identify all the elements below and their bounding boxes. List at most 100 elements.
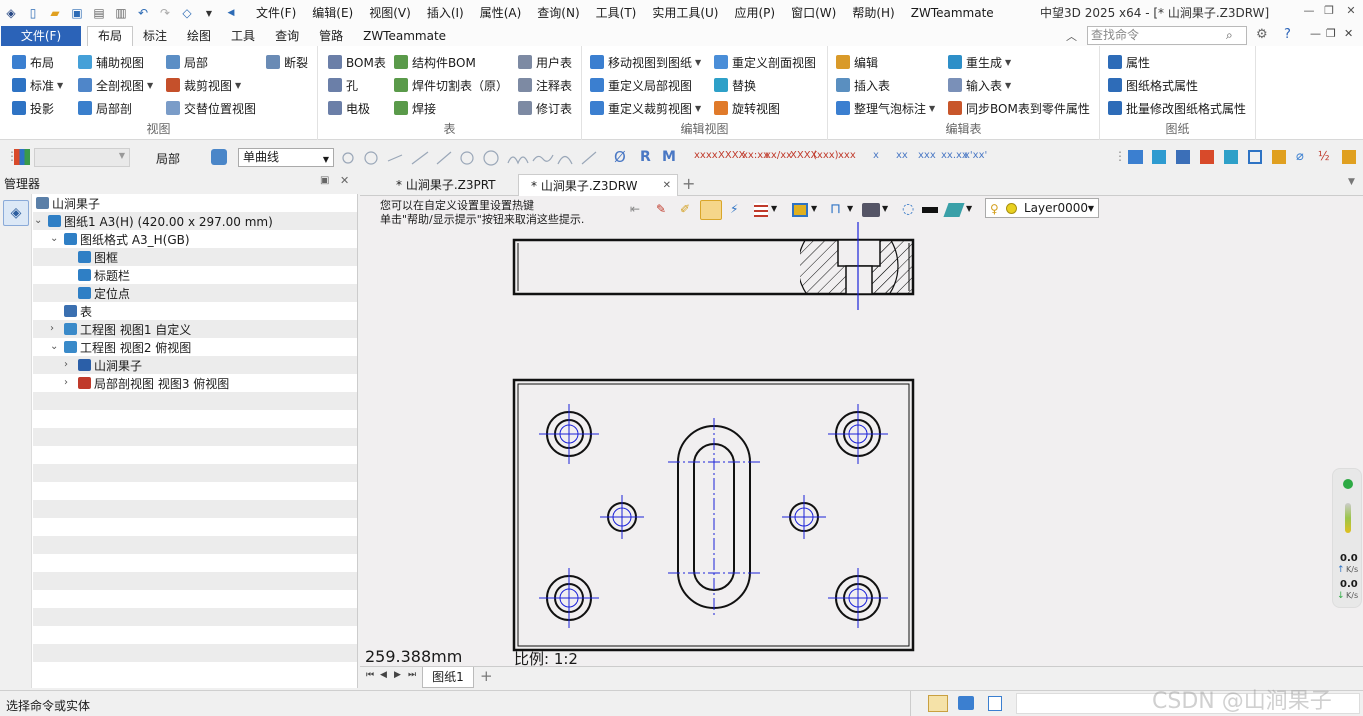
menu-edit[interactable]: 编辑(E) [304, 0, 361, 26]
minimize-icon[interactable]: — [1300, 4, 1318, 22]
linetype-select[interactable]: 单曲线 ▼ [238, 148, 334, 167]
filter-icon[interactable] [14, 149, 30, 165]
drawing-canvas[interactable]: 您可以在自定义设置里设置热键 单击"帮助/显示提示"按钮来取消这些提示. ⇤ ✎… [360, 196, 1363, 668]
tree-item[interactable]: 局部剖视图 视图3 俯视图 [78, 374, 229, 392]
layout-button[interactable]: 布局 [12, 52, 54, 72]
dim-format-7[interactable]: xxx [838, 150, 856, 161]
surface-finish-icon[interactable] [1152, 150, 1166, 164]
menu-zwteammate[interactable]: ZWTeammate [903, 0, 1002, 26]
collapse-chevron-icon[interactable]: ⌄ [50, 341, 58, 352]
projection-button[interactable]: 投影 [12, 98, 54, 118]
note-table-button[interactable]: 注释表 [518, 75, 572, 95]
revision-table-button[interactable]: 修订表 [518, 98, 572, 118]
color-picker-icon[interactable] [211, 149, 227, 165]
screen-icon[interactable] [958, 696, 974, 710]
add-sheet-icon[interactable]: + [480, 667, 493, 685]
fraction-icon[interactable]: ½ [1318, 149, 1330, 163]
frame-icon[interactable] [1248, 150, 1262, 164]
first-sheet-icon[interactable]: ⏮ [366, 670, 374, 680]
redefine-detail-button[interactable]: 重定义局部视图 [590, 75, 692, 95]
expand-chevron-icon[interactable]: › [50, 323, 54, 334]
tab-list-dropdown-icon[interactable]: ▼ [1348, 177, 1355, 187]
sheet-tab-1[interactable]: 图纸1 [422, 667, 474, 688]
tree-item[interactable]: 表 [64, 302, 92, 320]
regenerate-button[interactable]: 重生成 ▼ [948, 52, 1011, 72]
doc-tab-drawing[interactable]: * 山涧果子.Z3DRW ✕ [518, 174, 678, 196]
full-section-button[interactable]: 全剖视图 ▼ [78, 75, 153, 95]
settings-gear-icon[interactable]: ⚙ [1256, 27, 1268, 42]
aux-view-button[interactable]: 辅助视图 [78, 52, 144, 72]
sync-bom-button[interactable]: 同步BOM表到零件属性 [948, 98, 1090, 118]
arrange-balloons-button[interactable]: 整理气泡标注 ▼ [836, 98, 935, 118]
menu-attribute[interactable]: 属性(A) [472, 0, 530, 26]
user-table-button[interactable]: 用户表 [518, 52, 572, 72]
import-table-button[interactable]: 输入表 ▼ [948, 75, 1011, 95]
tree-item[interactable]: 图框 [78, 248, 118, 266]
menu-file[interactable]: 文件(F) [248, 0, 304, 26]
weld-table-button[interactable]: 焊接 [394, 98, 436, 118]
tab-query[interactable]: 查询 [265, 27, 309, 46]
tab-draw[interactable]: 绘图 [177, 27, 221, 46]
quick-access-dropdown-icon[interactable]: ▼ [200, 4, 218, 22]
doc-close-icon[interactable]: ✕ [1344, 27, 1353, 40]
tab-annotate[interactable]: 标注 [133, 27, 177, 46]
sheet-mode-icon[interactable] [928, 695, 948, 712]
redefine-crop-button[interactable]: 重定义裁剪视图 ▼ [590, 98, 701, 118]
construct-icon[interactable] [581, 151, 597, 165]
menu-window[interactable]: 窗口(W) [783, 0, 844, 26]
new-tab-icon[interactable]: + [682, 174, 695, 193]
tree-item[interactable]: 山涧果子 [36, 194, 100, 212]
tab-zwteammate[interactable]: ZWTeammate [353, 27, 456, 46]
menu-help[interactable]: 帮助(H) [844, 0, 902, 26]
insert-table-button[interactable]: 插入表 [836, 75, 890, 95]
doc-restore-icon[interactable]: ❐ [1326, 27, 1336, 40]
tree-item[interactable]: 标题栏 [78, 266, 130, 284]
tree-item[interactable]: 图纸格式 A3_H(GB) [64, 230, 190, 248]
line-icon[interactable] [411, 151, 429, 165]
sheet-format-props-button[interactable]: 图纸格式属性 [1108, 75, 1198, 95]
tree-item[interactable]: 工程图 视图1 自定义 [64, 320, 191, 338]
edit-table-button[interactable]: 编辑 [836, 52, 878, 72]
restore-icon[interactable]: ❐ [1320, 4, 1338, 22]
struct-bom-button[interactable]: 结构件BOM [394, 52, 476, 72]
diameter-symbol[interactable]: Ø [614, 148, 626, 166]
command-search-input[interactable]: 查找命令 [1087, 26, 1247, 45]
insert-symbol-icon[interactable] [1128, 150, 1143, 164]
scope-label[interactable]: 局部 [156, 150, 180, 167]
weld-symbol-icon[interactable] [1176, 150, 1190, 164]
menu-utilities[interactable]: 实用工具(U) [644, 0, 726, 26]
history-manager-icon[interactable]: ◈ [3, 200, 29, 226]
metric-symbol[interactable]: M [662, 149, 676, 165]
view-section-front[interactable] [512, 216, 915, 316]
file-tab[interactable]: 文件(F) [1, 26, 81, 46]
break-button[interactable]: 断裂 [266, 52, 308, 72]
manager-close-icon[interactable]: ✕ [340, 174, 349, 187]
view-top[interactable] [512, 378, 915, 652]
print-icon[interactable]: ▤ [90, 4, 108, 22]
tab-close-icon[interactable]: ✕ [663, 175, 671, 197]
dim-format-4[interactable]: xx/xx [765, 150, 792, 161]
weld-cut-table-button[interactable]: 焊件切割表（原） [394, 75, 508, 95]
menu-tools[interactable]: 工具(T) [588, 0, 645, 26]
snap-icon[interactable] [342, 152, 354, 164]
open-file-icon[interactable]: ▰ [46, 4, 64, 22]
dim-format-10[interactable]: xxx [918, 150, 936, 161]
menu-apps[interactable]: 应用(P) [727, 0, 784, 26]
dim-format-9[interactable]: xx [896, 150, 908, 161]
arc-icon[interactable] [557, 155, 573, 165]
dim-format-8[interactable]: x [873, 150, 879, 161]
paint-icon[interactable] [1342, 150, 1356, 164]
collapse-chevron-icon[interactable]: ⌄ [50, 233, 58, 244]
stamp-icon[interactable] [1272, 150, 1286, 164]
prev-sheet-icon[interactable]: ◀ [380, 670, 387, 680]
dim-format-1[interactable]: xxxx [694, 150, 718, 161]
crop-view-button[interactable]: 裁剪视图 ▼ [166, 75, 241, 95]
doc-tab-part[interactable]: * 山涧果子.Z3PRT [384, 174, 516, 196]
alt-position-button[interactable]: 交替位置视图 [166, 98, 256, 118]
tab-layout[interactable]: 布局 [87, 26, 134, 46]
new-file-icon[interactable]: ▯ [24, 4, 42, 22]
replace-button[interactable]: 替换 [714, 75, 756, 95]
standard-button[interactable]: 标准 ▼ [12, 75, 63, 95]
circle-icon[interactable] [460, 151, 474, 165]
search-icon[interactable]: ⌕ [1226, 28, 1233, 43]
